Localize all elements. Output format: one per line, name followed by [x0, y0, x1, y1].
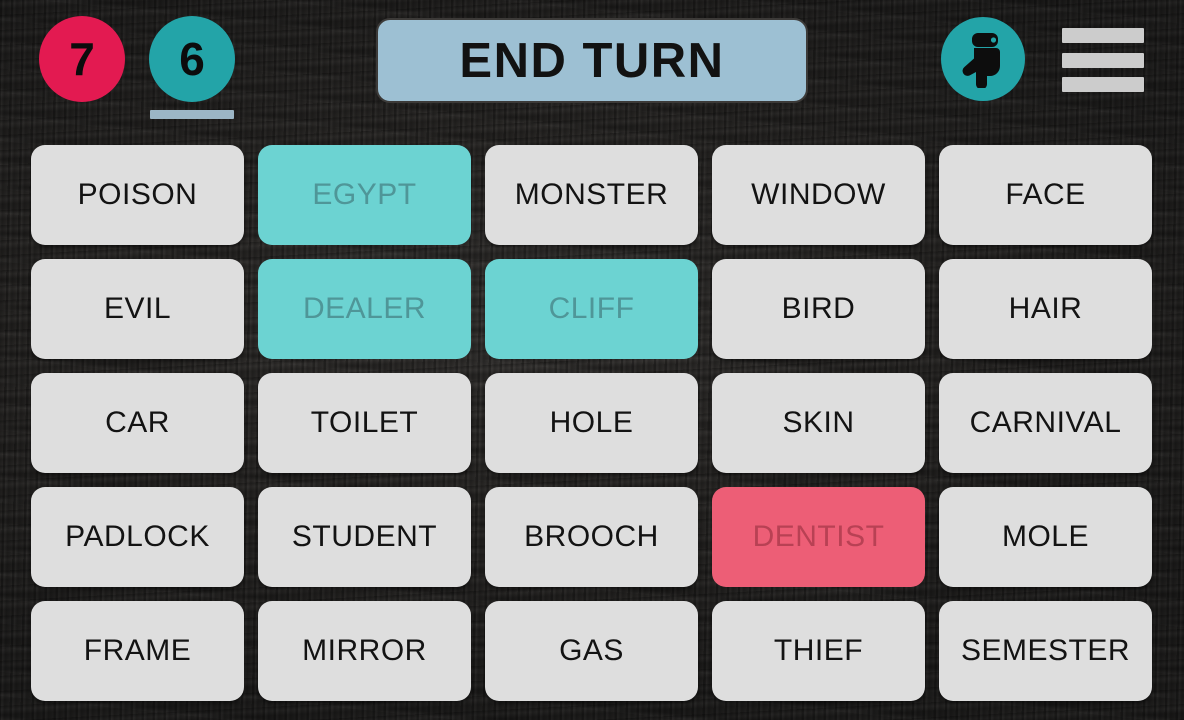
word-card[interactable]: TOILET	[258, 373, 471, 473]
word-card[interactable]: THIEF	[712, 601, 925, 701]
active-team-indicator	[150, 110, 234, 119]
word-card[interactable]: GAS	[485, 601, 698, 701]
word-card-label: WINDOW	[751, 178, 886, 211]
word-card[interactable]: SKIN	[712, 373, 925, 473]
word-card[interactable]: DENTIST	[712, 487, 925, 587]
word-card[interactable]: MOLE	[939, 487, 1152, 587]
end-turn-label: END TURN	[459, 33, 725, 88]
red-team-score-value: 7	[69, 33, 95, 85]
word-card-label: BIRD	[781, 292, 856, 325]
word-card[interactable]: MIRROR	[258, 601, 471, 701]
word-card[interactable]: BIRD	[712, 259, 925, 359]
menu-bar-1	[1062, 28, 1144, 43]
word-card[interactable]: MONSTER	[485, 145, 698, 245]
word-card-label: FRAME	[83, 634, 192, 667]
word-card-label: PADLOCK	[65, 520, 210, 553]
word-card[interactable]: EGYPT	[258, 145, 471, 245]
word-card[interactable]: EVIL	[31, 259, 244, 359]
teal-team-score[interactable]: 6	[149, 16, 235, 102]
menu-bar-2	[1062, 52, 1144, 68]
word-card-label: CLIFF	[548, 292, 635, 325]
word-card-label: MONSTER	[514, 178, 669, 211]
word-card[interactable]: HAIR	[939, 259, 1152, 359]
word-card-label: CARNIVAL	[969, 406, 1122, 439]
word-card[interactable]: BROOCH	[485, 487, 698, 587]
word-card[interactable]: CLIFF	[485, 259, 698, 359]
word-card-label: GAS	[559, 634, 624, 667]
end-turn-button[interactable]: END TURN	[376, 18, 808, 103]
word-card-label: MIRROR	[302, 634, 427, 667]
word-card-label: THIEF	[773, 634, 864, 667]
word-card[interactable]: PADLOCK	[31, 487, 244, 587]
top-bar: 7 6 END TURN	[0, 0, 1184, 128]
word-card-label: TOILET	[310, 406, 419, 439]
word-card-label: EGYPT	[312, 178, 417, 211]
word-card-label: STUDENT	[291, 520, 438, 553]
word-card[interactable]: FRAME	[31, 601, 244, 701]
word-card[interactable]: CARNIVAL	[939, 373, 1152, 473]
word-card-label: HAIR	[1008, 292, 1083, 325]
word-card-label: POISON	[77, 178, 198, 211]
hand-pointing-down-icon[interactable]	[941, 17, 1025, 101]
word-card-label: HOLE	[549, 406, 634, 439]
word-card-label: SEMESTER	[960, 634, 1131, 667]
word-card[interactable]: STUDENT	[258, 487, 471, 587]
word-card[interactable]: CAR	[31, 373, 244, 473]
word-card-label: MOLE	[1001, 520, 1090, 553]
word-card-label: DEALER	[302, 292, 427, 325]
menu-bar-3	[1062, 77, 1144, 92]
word-card-label: DENTIST	[752, 520, 885, 553]
word-card-label: CAR	[105, 406, 170, 439]
word-card[interactable]: WINDOW	[712, 145, 925, 245]
word-card-label: BROOCH	[524, 520, 659, 553]
word-card-label: EVIL	[103, 292, 172, 325]
word-card-grid: POISON EGYPT MONSTER WINDOW FACE EVIL DEALER CL…	[31, 145, 1155, 701]
teal-team-score-value: 6	[179, 33, 205, 85]
word-card-label: SKIN	[782, 406, 855, 439]
red-team-score[interactable]: 7	[39, 16, 125, 102]
word-card[interactable]: FACE	[939, 145, 1152, 245]
word-card[interactable]: HOLE	[485, 373, 698, 473]
word-card[interactable]: POISON	[31, 145, 244, 245]
word-card[interactable]: SEMESTER	[939, 601, 1152, 701]
word-card-label: FACE	[1005, 178, 1086, 211]
word-card[interactable]: DEALER	[258, 259, 471, 359]
game-screen: 7 6 END TURN POISON EGYPT MONSTER WINDOW FAC…	[0, 0, 1184, 720]
hamburger-menu-icon[interactable]	[1062, 25, 1144, 95]
